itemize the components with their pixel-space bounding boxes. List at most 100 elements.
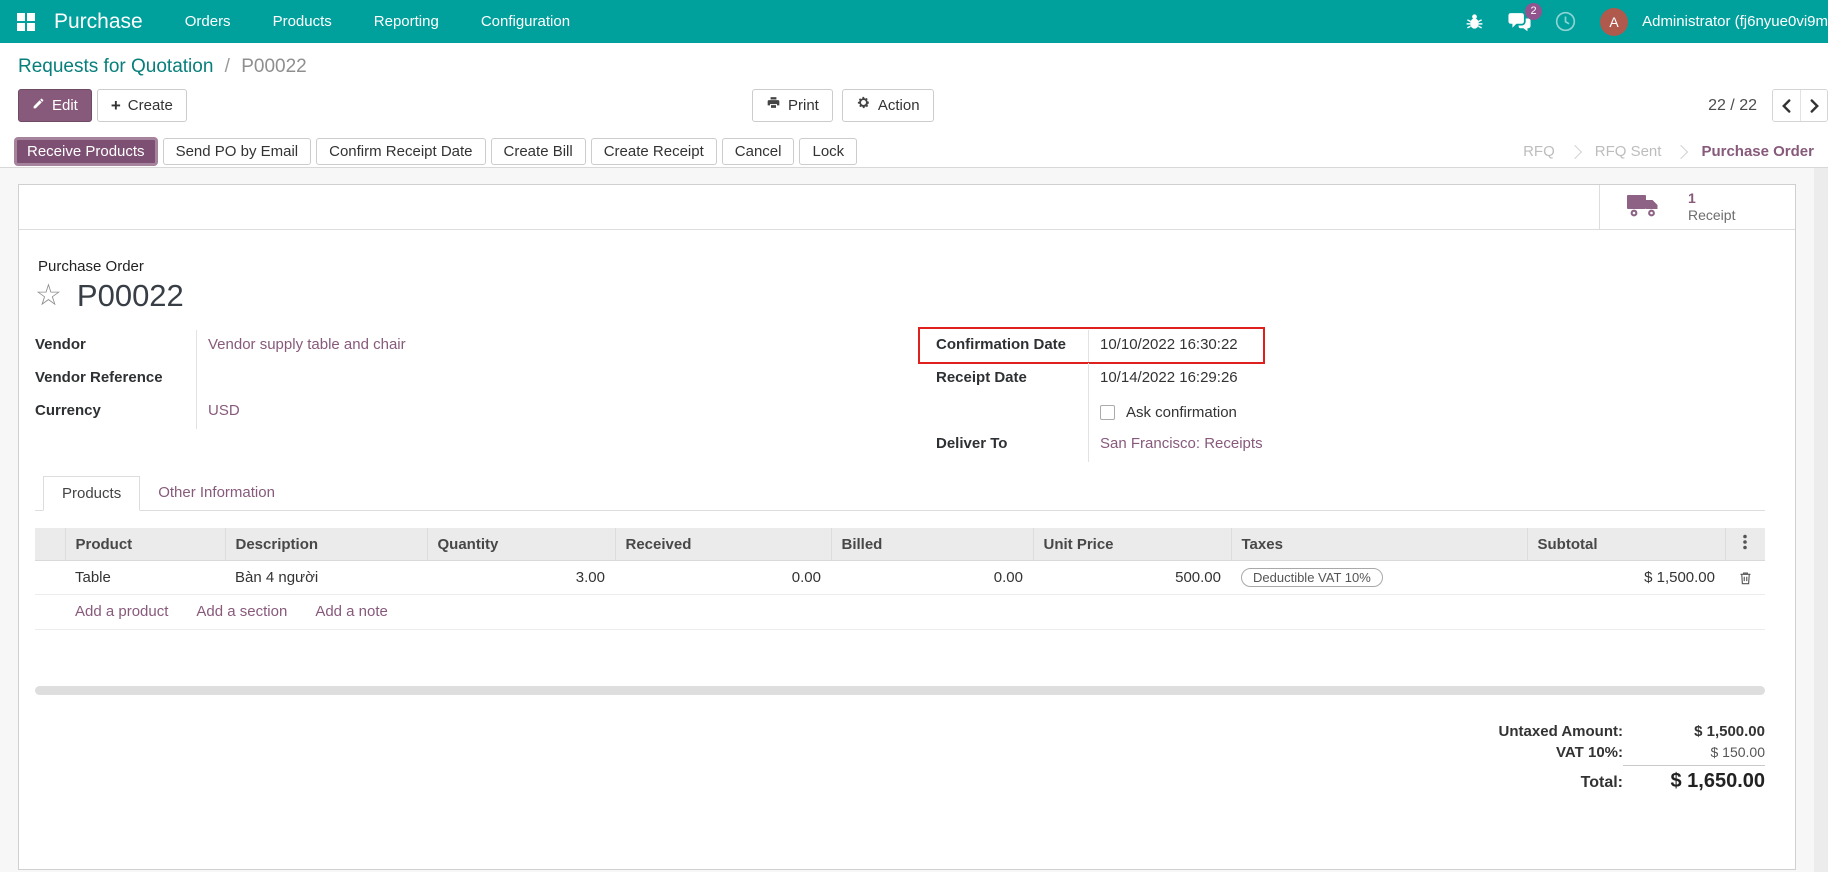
vertical-scrollbar[interactable] bbox=[1814, 168, 1828, 872]
user-avatar[interactable]: A bbox=[1600, 8, 1628, 36]
create-button[interactable]: + Create bbox=[97, 89, 187, 122]
col-billed[interactable]: Billed bbox=[831, 528, 1033, 561]
status-pipeline: RFQ RFQ Sent Purchase Order bbox=[1523, 143, 1814, 160]
vendor-reference-value[interactable] bbox=[196, 363, 900, 396]
action-icon bbox=[856, 95, 871, 116]
user-menu[interactable]: Administrator (fj6nyue0vi9m bbox=[1642, 13, 1828, 30]
create-receipt-button[interactable]: Create Receipt bbox=[591, 138, 717, 165]
col-quantity[interactable]: Quantity bbox=[427, 528, 615, 561]
breadcrumb-current: P00022 bbox=[241, 56, 307, 77]
currency-value[interactable]: USD bbox=[208, 402, 240, 419]
total-label: Total: bbox=[1581, 774, 1623, 792]
action-button[interactable]: Action bbox=[842, 89, 934, 122]
notebook-tabs: Products Other Information bbox=[35, 476, 1765, 511]
receive-products-button[interactable]: Receive Products bbox=[14, 137, 158, 166]
stage-purchase-order[interactable]: Purchase Order bbox=[1701, 143, 1814, 160]
print-icon bbox=[766, 95, 781, 116]
add-a-section-link[interactable]: Add a section bbox=[196, 603, 287, 620]
top-navbar: Purchase Orders Products Reporting Confi… bbox=[0, 0, 1828, 43]
cell-received[interactable]: 0.00 bbox=[615, 561, 831, 595]
create-bill-button[interactable]: Create Bill bbox=[491, 138, 586, 165]
print-button[interactable]: Print bbox=[752, 89, 833, 122]
favorite-icon[interactable]: ☆ bbox=[35, 281, 62, 311]
table-horizontal-scrollbar[interactable] bbox=[35, 686, 1765, 695]
control-panel: Requests for Quotation / P00022 Edit + C… bbox=[0, 43, 1828, 136]
pager bbox=[1772, 89, 1828, 122]
col-product[interactable]: Product bbox=[65, 528, 225, 561]
cell-description[interactable]: Bàn 4 người bbox=[225, 561, 427, 595]
table-header-row: Product Description Quantity Received Bi… bbox=[35, 528, 1765, 561]
cell-product[interactable]: Table bbox=[65, 561, 225, 595]
row-handle-header bbox=[35, 528, 65, 561]
fields-right: Confirmation Date 10/10/2022 16:30:22 Re… bbox=[900, 330, 1765, 462]
create-icon: + bbox=[111, 98, 121, 113]
messages-icon[interactable]: 2 bbox=[1508, 12, 1531, 32]
menu-products[interactable]: Products bbox=[273, 13, 332, 30]
tab-products[interactable]: Products bbox=[43, 476, 140, 511]
apps-grid-icon[interactable] bbox=[16, 12, 36, 32]
stage-rfq[interactable]: RFQ bbox=[1523, 143, 1555, 160]
vendor-label: Vendor bbox=[35, 330, 196, 363]
table-footer-links: Add a product Add a section Add a note bbox=[35, 595, 1765, 630]
confirmation-date-value[interactable]: 10/10/2022 16:30:22 bbox=[1088, 330, 1765, 363]
col-taxes[interactable]: Taxes bbox=[1231, 528, 1527, 561]
receipt-label: Receipt bbox=[1688, 207, 1735, 224]
vat-label: VAT 10%: bbox=[1556, 744, 1623, 761]
send-po-by-email-button[interactable]: Send PO by Email bbox=[163, 138, 312, 165]
vendor-value[interactable]: Vendor supply table and chair bbox=[208, 336, 406, 353]
col-received[interactable]: Received bbox=[615, 528, 831, 561]
fields-left: Vendor Vendor supply table and chair Ven… bbox=[35, 330, 900, 462]
lock-button[interactable]: Lock bbox=[799, 138, 857, 165]
column-options-icon[interactable] bbox=[1725, 528, 1765, 561]
activities-icon[interactable] bbox=[1555, 11, 1576, 32]
order-lines-table: Product Description Quantity Received Bi… bbox=[35, 528, 1765, 595]
currency-label: Currency bbox=[35, 396, 196, 429]
add-a-product-link[interactable]: Add a product bbox=[75, 603, 168, 620]
edit-icon bbox=[32, 95, 45, 116]
stage-separator-icon bbox=[1674, 144, 1688, 158]
button-box: 1 Receipt bbox=[19, 185, 1795, 230]
cell-unit-price[interactable]: 500.00 bbox=[1033, 561, 1231, 595]
pager-prev-icon[interactable] bbox=[1773, 90, 1800, 121]
breadcrumb: Requests for Quotation / P00022 bbox=[18, 56, 1810, 78]
deliver-to-value[interactable]: San Francisco: Receipts bbox=[1100, 435, 1263, 452]
confirm-receipt-date-button[interactable]: Confirm Receipt Date bbox=[316, 138, 485, 165]
vat-value: $ 150.00 bbox=[1623, 744, 1765, 760]
tab-other-information[interactable]: Other Information bbox=[140, 476, 293, 510]
receipt-date-value[interactable]: 10/14/2022 16:29:26 bbox=[1088, 363, 1765, 396]
doc-type-label: Purchase Order bbox=[38, 258, 1765, 275]
bug-icon[interactable] bbox=[1465, 12, 1484, 31]
receipt-smart-button[interactable]: 1 Receipt bbox=[1599, 185, 1795, 229]
cancel-button[interactable]: Cancel bbox=[722, 138, 795, 165]
col-description[interactable]: Description bbox=[225, 528, 427, 561]
breadcrumb-parent[interactable]: Requests for Quotation bbox=[18, 56, 213, 77]
app-name[interactable]: Purchase bbox=[54, 10, 143, 34]
content-area: 1 Receipt Purchase Order ☆ P00022 Vendor… bbox=[0, 168, 1828, 872]
untaxed-amount-value: $ 1,500.00 bbox=[1623, 723, 1765, 740]
stage-rfq-sent[interactable]: RFQ Sent bbox=[1595, 143, 1662, 160]
main-menu: Orders Products Reporting Configuration bbox=[185, 13, 570, 30]
ask-confirmation-checkbox[interactable] bbox=[1100, 405, 1115, 420]
cell-billed[interactable]: 0.00 bbox=[831, 561, 1033, 595]
menu-orders[interactable]: Orders bbox=[185, 13, 231, 30]
totals-block: Untaxed Amount: $ 1,500.00 VAT 10%: $ 15… bbox=[35, 723, 1765, 797]
col-unit-price[interactable]: Unit Price bbox=[1033, 528, 1231, 561]
row-handle[interactable] bbox=[35, 561, 65, 595]
edit-button[interactable]: Edit bbox=[18, 89, 92, 122]
menu-reporting[interactable]: Reporting bbox=[374, 13, 439, 30]
delete-line-icon[interactable] bbox=[1735, 570, 1755, 586]
messages-count-badge: 2 bbox=[1525, 3, 1542, 20]
pager-next-icon[interactable] bbox=[1800, 90, 1827, 121]
statusbar: Receive Products Send PO by Email Confir… bbox=[0, 136, 1828, 168]
table-row[interactable]: Table Bàn 4 người 3.00 0.00 0.00 500.00 … bbox=[35, 561, 1765, 595]
untaxed-amount-label: Untaxed Amount: bbox=[1499, 723, 1623, 740]
col-subtotal[interactable]: Subtotal bbox=[1527, 528, 1725, 561]
add-a-note-link[interactable]: Add a note bbox=[315, 603, 388, 620]
menu-configuration[interactable]: Configuration bbox=[481, 13, 570, 30]
stage-separator-icon bbox=[1568, 144, 1582, 158]
breadcrumb-separator: / bbox=[219, 56, 236, 77]
cell-quantity[interactable]: 3.00 bbox=[427, 561, 615, 595]
pager-value: 22 / 22 bbox=[1708, 97, 1757, 115]
ask-confirmation-label: Ask confirmation bbox=[1126, 404, 1237, 421]
tax-badge[interactable]: Deductible VAT 10% bbox=[1241, 568, 1383, 587]
